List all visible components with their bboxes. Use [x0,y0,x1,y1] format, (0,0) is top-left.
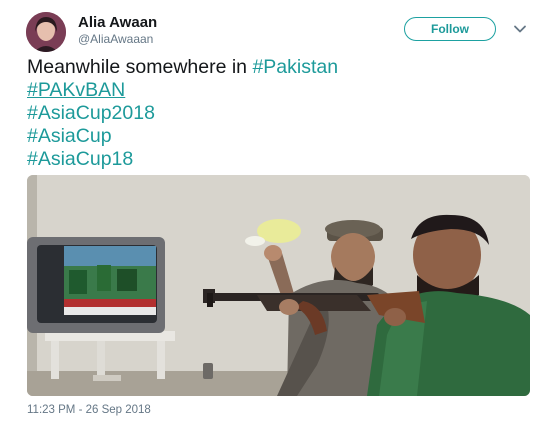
hashtag-link[interactable]: #Pakistan [252,56,338,78]
tweet-card: Alia Awaan @AliaAwaaan Follow Meanwhile … [0,0,555,421]
tweet-timestamp[interactable]: 11:23 PM - 26 Sep 2018 [27,404,151,416]
hashtag-link[interactable]: #AsiaCup [27,125,112,147]
tweet-text-prefix: Meanwhile somewhere in [27,56,253,78]
user-handle[interactable]: @AliaAwaaan [78,32,153,46]
photo-men-with-rifles-watching-tv-icon [27,175,530,396]
display-name[interactable]: Alia Awaan [78,14,157,31]
avatar[interactable] [26,12,66,52]
tweet-line-2: #PAKvBAN [27,79,338,102]
tweet-text: Meanwhile somewhere in #Pakistan #PAKvBA… [27,56,338,171]
tweet-line-1: Meanwhile somewhere in #Pakistan [27,56,338,79]
hashtag-link[interactable]: #AsiaCup18 [27,148,133,170]
hashtag-link[interactable]: #AsiaCup2018 [27,102,155,124]
tweet-line-4: #AsiaCup [27,125,338,148]
tweet-line-3: #AsiaCup2018 [27,102,338,125]
chevron-down-icon[interactable] [513,22,527,36]
tweet-photo[interactable] [27,175,530,396]
tweet-line-5: #AsiaCup18 [27,148,338,171]
tv-icon [27,237,165,333]
follow-button[interactable]: Follow [404,17,496,41]
hashtag-link[interactable]: #PAKvBAN [27,79,125,101]
